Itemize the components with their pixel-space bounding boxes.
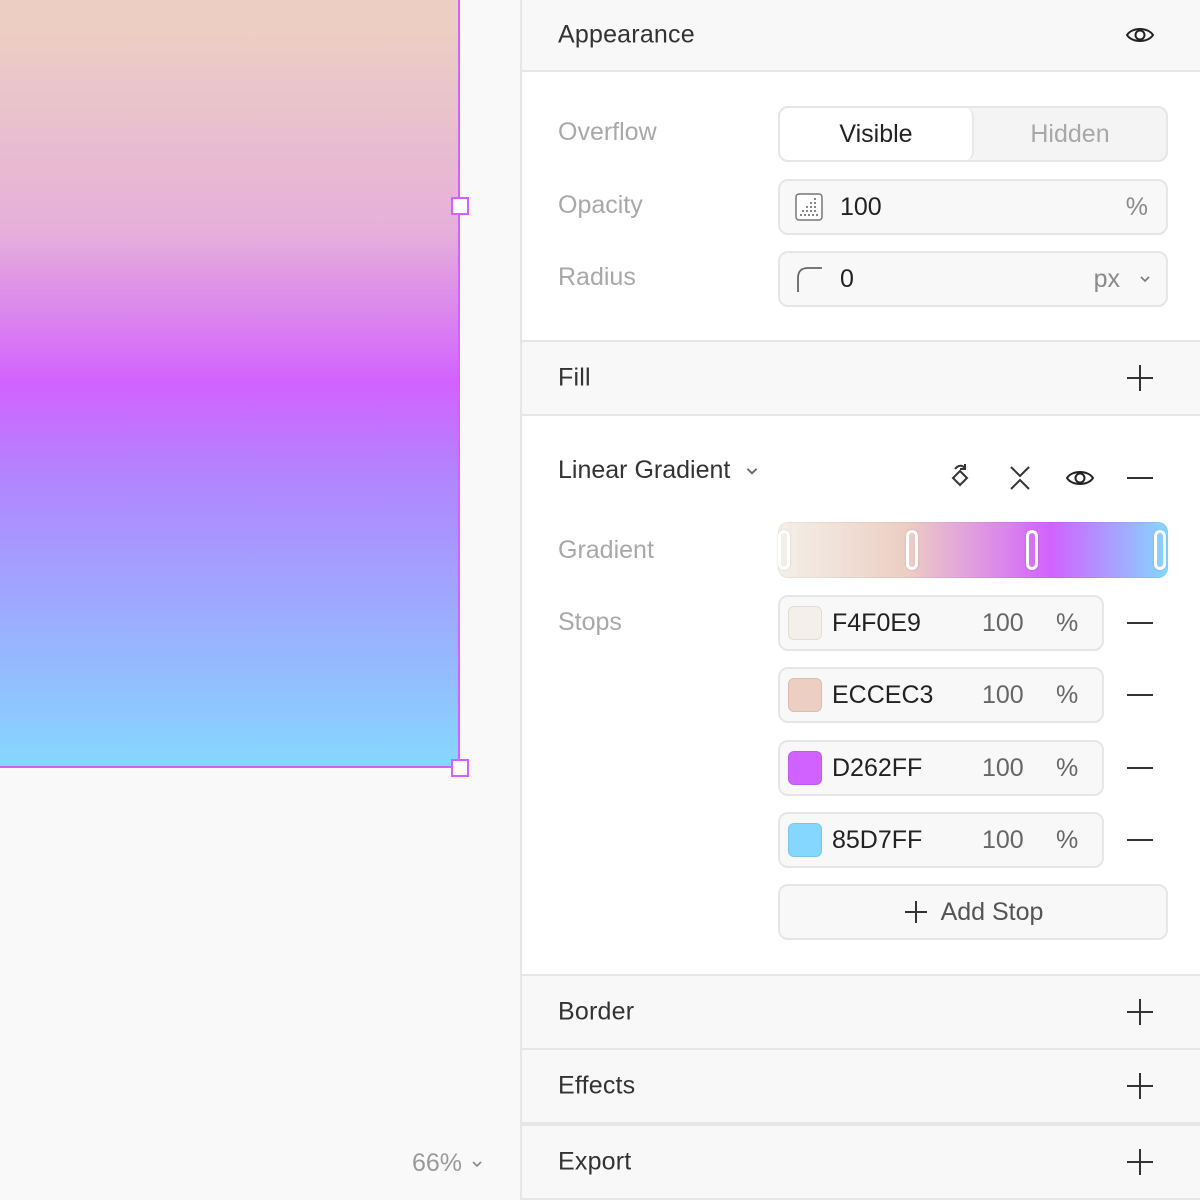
stop-row: F4F0E9 100 % [778, 595, 1104, 651]
properties-panel: Appearance Overflow Visible Hidden Opaci… [520, 0, 1200, 1200]
stop-hex-value[interactable]: 85D7FF [832, 826, 982, 855]
stop-hex-value[interactable]: D262FF [832, 754, 982, 783]
radius-unit[interactable]: px [1094, 265, 1120, 294]
opacity-icon [794, 192, 824, 222]
fill-actions [942, 456, 1158, 500]
radius-label: Radius [558, 263, 636, 291]
section-title: Appearance [558, 20, 695, 49]
section-title: Fill [558, 363, 591, 392]
zoom-selector[interactable]: 66% [412, 1149, 484, 1178]
gradient-preview-bar[interactable] [778, 522, 1168, 578]
overflow-option-hidden[interactable]: Hidden [974, 108, 1166, 160]
stops-label: Stops [558, 608, 622, 636]
canvas[interactable]: 66% [0, 0, 520, 1200]
section-title: Effects [558, 1071, 636, 1100]
plus-icon[interactable] [1122, 994, 1158, 1030]
add-stop-button[interactable]: Add Stop [778, 884, 1168, 940]
minus-icon[interactable] [1122, 605, 1158, 641]
plus-icon[interactable] [1122, 360, 1158, 396]
stop-opacity-unit: % [1056, 608, 1079, 637]
selected-frame[interactable] [0, 0, 460, 768]
radius-field[interactable]: 0 px [778, 251, 1168, 307]
stop-opacity-value[interactable]: 100 [982, 754, 1044, 783]
color-swatch[interactable] [788, 823, 822, 857]
eye-icon[interactable] [1122, 17, 1158, 53]
stop-opacity-unit: % [1056, 753, 1079, 782]
opacity-field[interactable]: 100 % [778, 179, 1168, 235]
effects-section-header: Effects [522, 1048, 1200, 1124]
section-title: Border [558, 997, 635, 1026]
overflow-segmented-control: Visible Hidden [778, 106, 1168, 162]
plus-icon[interactable] [1122, 1144, 1158, 1180]
plus-icon [904, 901, 927, 923]
stop-opacity-value[interactable]: 100 [982, 609, 1044, 638]
export-section-header: Export [522, 1124, 1200, 1200]
chevron-down-icon [472, 1160, 482, 1167]
chevron-down-icon[interactable] [1138, 272, 1152, 286]
stop-opacity-unit: % [1056, 680, 1079, 709]
rotate-icon[interactable] [942, 456, 978, 500]
gradient-stop-handle[interactable] [1154, 530, 1166, 570]
fill-type-label: Linear Gradient [558, 456, 731, 484]
zoom-level: 66% [412, 1149, 463, 1177]
stop-opacity-value[interactable]: 100 [982, 826, 1044, 855]
radius-value[interactable]: 0 [840, 265, 1094, 294]
minus-icon[interactable] [1122, 677, 1158, 713]
stop-row: D262FF 100 % [778, 740, 1104, 796]
overflow-option-visible[interactable]: Visible [780, 108, 974, 160]
minus-icon[interactable] [1122, 822, 1158, 858]
stop-hex-value[interactable]: ECCEC3 [832, 681, 982, 710]
minus-icon[interactable] [1122, 750, 1158, 786]
gradient-label: Gradient [558, 536, 654, 564]
appearance-section-header: Appearance [522, 0, 1200, 72]
radius-icon [794, 264, 824, 294]
opacity-label: Opacity [558, 191, 643, 219]
eye-icon[interactable] [1062, 456, 1098, 500]
plus-icon[interactable] [1122, 1068, 1158, 1104]
fill-section-header: Fill [522, 340, 1200, 416]
opacity-unit: % [1125, 192, 1148, 221]
stop-row: ECCEC3 100 % [778, 667, 1104, 723]
color-swatch[interactable] [788, 606, 822, 640]
stop-opacity-unit: % [1056, 825, 1079, 854]
stop-row: 85D7FF 100 % [778, 812, 1104, 868]
chevron-down-icon [747, 467, 758, 475]
stop-hex-value[interactable]: F4F0E9 [832, 609, 982, 638]
color-swatch[interactable] [788, 678, 822, 712]
gradient-stop-handle[interactable] [1026, 530, 1038, 570]
resize-handle-right[interactable] [451, 197, 469, 215]
minus-icon[interactable] [1122, 456, 1158, 500]
overflow-label: Overflow [558, 118, 657, 146]
border-section-header: Border [522, 974, 1200, 1050]
stop-opacity-value[interactable]: 100 [982, 681, 1044, 710]
resize-handle-bottom-right[interactable] [451, 759, 469, 777]
fill-type-dropdown[interactable]: Linear Gradient [558, 456, 760, 485]
add-stop-label: Add Stop [940, 897, 1044, 926]
swap-icon[interactable] [1002, 456, 1038, 500]
gradient-stop-handle[interactable] [778, 530, 790, 570]
gradient-stop-handle[interactable] [906, 530, 918, 570]
color-swatch[interactable] [788, 751, 822, 785]
opacity-value[interactable]: 100 [840, 193, 1126, 222]
section-title: Export [558, 1147, 632, 1176]
